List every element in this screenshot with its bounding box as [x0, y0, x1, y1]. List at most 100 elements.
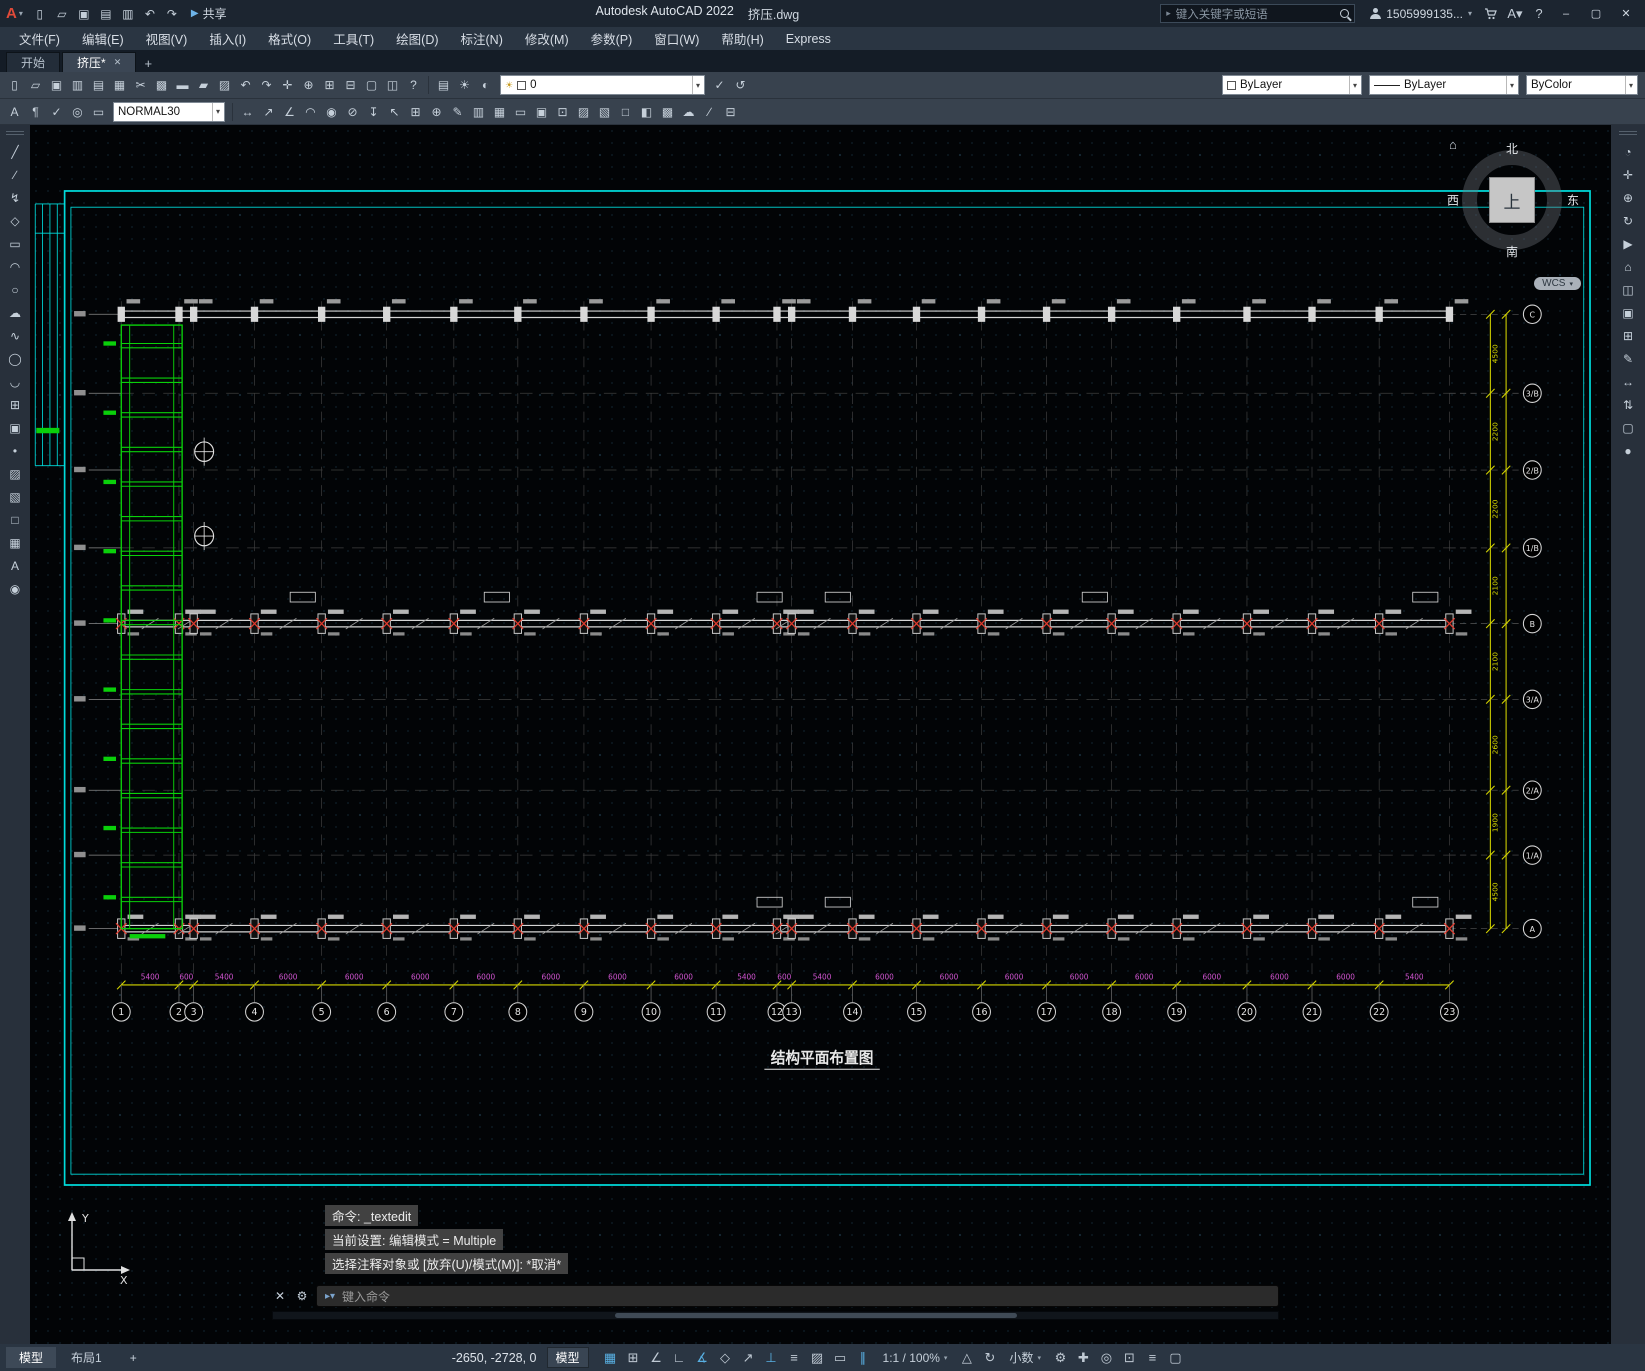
new-layout-button[interactable]: + [117, 1347, 150, 1368]
open-icon[interactable]: ▱ [51, 4, 73, 24]
boundary-icon[interactable]: □ [615, 102, 636, 122]
transparency-icon[interactable]: ▨ [806, 1347, 829, 1368]
tilt-view-icon[interactable]: ⇅ [1616, 394, 1640, 415]
toolbar-grip[interactable] [1619, 131, 1637, 135]
grid-display-icon[interactable]: ▦ [599, 1347, 622, 1368]
zoom-extents-icon[interactable]: ⊕ [1616, 187, 1640, 208]
spell-check-icon[interactable]: ✓ [46, 102, 67, 122]
layer-properties-icon[interactable]: ▤ [433, 75, 454, 95]
circle-icon[interactable]: ○ [3, 279, 27, 300]
properties-icon[interactable]: ▢ [361, 75, 382, 95]
home-icon[interactable]: ⌂ [1449, 137, 1457, 152]
make-block-icon[interactable]: ▣ [531, 102, 552, 122]
home-view-icon[interactable]: ⌂ [1616, 256, 1640, 277]
pan-icon[interactable]: ✛ [1616, 164, 1640, 185]
render-dot-icon[interactable]: ● [1616, 440, 1640, 461]
zoom-previous-icon[interactable]: ⊟ [340, 75, 361, 95]
object-snap-icon[interactable]: ⊥ [760, 1347, 783, 1368]
units-button[interactable]: 小数 ▾ [1003, 1349, 1047, 1366]
block-editor-icon[interactable]: ▨ [214, 75, 235, 95]
ellipse-icon[interactable]: ◯ [3, 348, 27, 369]
compass-north[interactable]: 北 [1506, 140, 1518, 157]
menu-item-9[interactable]: 修改(M) [514, 27, 580, 50]
compass-east[interactable]: 东 [1567, 192, 1579, 209]
create-block-icon[interactable]: ▣ [3, 417, 27, 438]
polar-tracking-icon[interactable]: ∡ [691, 1347, 714, 1368]
gradient-icon[interactable]: ▧ [594, 102, 615, 122]
dim-radius-icon[interactable]: ◉ [321, 102, 342, 122]
menu-item-8[interactable]: 标注(N) [450, 27, 514, 50]
annotate-icon[interactable]: ✎ [1616, 348, 1640, 369]
close-command-icon[interactable]: ✕ [272, 1289, 288, 1303]
orbit-icon[interactable]: ↻ [1616, 210, 1640, 231]
field-icon[interactable]: ▭ [510, 102, 531, 122]
region-icon[interactable]: □ [3, 509, 27, 530]
undo-icon[interactable]: ↶ [139, 4, 161, 24]
object-snap-tracking-icon[interactable]: ↗ [737, 1347, 760, 1368]
menu-item-7[interactable]: 绘图(D) [385, 27, 449, 50]
insert-block-icon[interactable]: ⊞ [3, 394, 27, 415]
tab-drawing[interactable]: 挤压* ✕ [62, 52, 137, 72]
compass-south[interactable]: 南 [1506, 243, 1518, 260]
lineweight-display-icon[interactable]: ≡ [783, 1347, 806, 1368]
pan-icon[interactable]: ✛ [277, 75, 298, 95]
undo-icon[interactable]: ↶ [235, 75, 256, 95]
revision-cloud-icon[interactable]: ☁ [678, 102, 699, 122]
named-views-icon[interactable]: ▣ [1616, 302, 1640, 323]
compass-west[interactable]: 西 [1447, 192, 1459, 209]
customize-command-icon[interactable]: ⚙ [294, 1289, 310, 1303]
multiline-text-icon[interactable]: A [3, 555, 27, 576]
chevron-down-icon[interactable]: ▾ [1624, 76, 1633, 94]
tab-start[interactable]: 开始 [6, 52, 61, 72]
multileader-icon[interactable]: ↖ [384, 102, 405, 122]
dim-edit-icon[interactable]: ✎ [447, 102, 468, 122]
annotation-visibility-icon[interactable]: △ [955, 1347, 978, 1368]
workspace-switching-icon[interactable]: ⚙ [1049, 1347, 1072, 1368]
menu-item-12[interactable]: 帮助(H) [710, 27, 774, 50]
spline-icon[interactable]: ∿ [3, 325, 27, 346]
layer-dropdown[interactable]: ☀ 0 ▾ [500, 75, 705, 95]
quick-calc-icon[interactable]: ⊟ [720, 102, 741, 122]
zoom-realtime-icon[interactable]: ⊕ [298, 75, 319, 95]
command-input[interactable]: ▸▾ 键入命令 [316, 1285, 1279, 1307]
point-icon[interactable]: • [3, 440, 27, 461]
find-icon[interactable]: ◎ [67, 102, 88, 122]
polygon-icon[interactable]: ◇ [3, 210, 27, 231]
cut-icon[interactable]: ✂ [130, 75, 151, 95]
table-icon[interactable]: ▦ [489, 102, 510, 122]
mtext-icon[interactable]: ¶ [25, 102, 46, 122]
redo-icon[interactable]: ↷ [256, 75, 277, 95]
dim-aligned-icon[interactable]: ↗ [258, 102, 279, 122]
redo-icon[interactable]: ↷ [161, 4, 183, 24]
open-icon[interactable]: ▱ [25, 75, 46, 95]
customize-icon[interactable]: ≡ [1141, 1347, 1164, 1368]
move-view-icon[interactable]: ↔ [1616, 371, 1640, 392]
menu-item-13[interactable]: Express [775, 27, 842, 50]
chevron-down-icon[interactable]: ▾ [1348, 76, 1357, 94]
menu-item-10[interactable]: 参数(P) [580, 27, 644, 50]
design-center-icon[interactable]: ◫ [382, 75, 403, 95]
dim-angular-icon[interactable]: ∠ [279, 102, 300, 122]
region-icon[interactable]: ◧ [636, 102, 657, 122]
app-store-cart-icon[interactable] [1479, 0, 1503, 27]
view-compass[interactable]: ⌂ 北 南 西 东 上 [1447, 137, 1579, 260]
clean-screen-icon[interactable]: ▢ [1164, 1347, 1187, 1368]
drawing-canvas[interactable]: 5400 600 5400 6000 6000 6000 6000 6000 6000 6000 5… [30, 125, 1611, 1344]
menu-item-6[interactable]: 工具(T) [322, 27, 385, 50]
menu-item-11[interactable]: 窗口(W) [643, 27, 710, 50]
center-mark-icon[interactable]: ⊕ [426, 102, 447, 122]
plot-icon[interactable]: ▥ [67, 75, 88, 95]
show-motion-icon[interactable]: ▶ [1616, 233, 1640, 254]
menu-item-2[interactable]: 编辑(E) [71, 27, 135, 50]
color-dropdown[interactable]: ByLayer ▾ [1222, 75, 1362, 95]
copy-icon[interactable]: ▩ [151, 75, 172, 95]
menu-item-5[interactable]: 格式(O) [257, 27, 322, 50]
insert-block-icon[interactable]: ⊡ [552, 102, 573, 122]
search-icon[interactable] [1340, 9, 1350, 18]
command-scrollbar[interactable] [272, 1311, 1279, 1320]
account-button[interactable]: 1505999135... ▾ [1363, 7, 1479, 21]
layer-isolate-icon[interactable]: ◐ [475, 75, 496, 95]
paste-icon[interactable]: ▬ [172, 75, 193, 95]
qsave-icon[interactable]: ▣ [73, 4, 95, 24]
text-style-dropdown[interactable]: NORMAL30 ▾ [113, 101, 225, 122]
